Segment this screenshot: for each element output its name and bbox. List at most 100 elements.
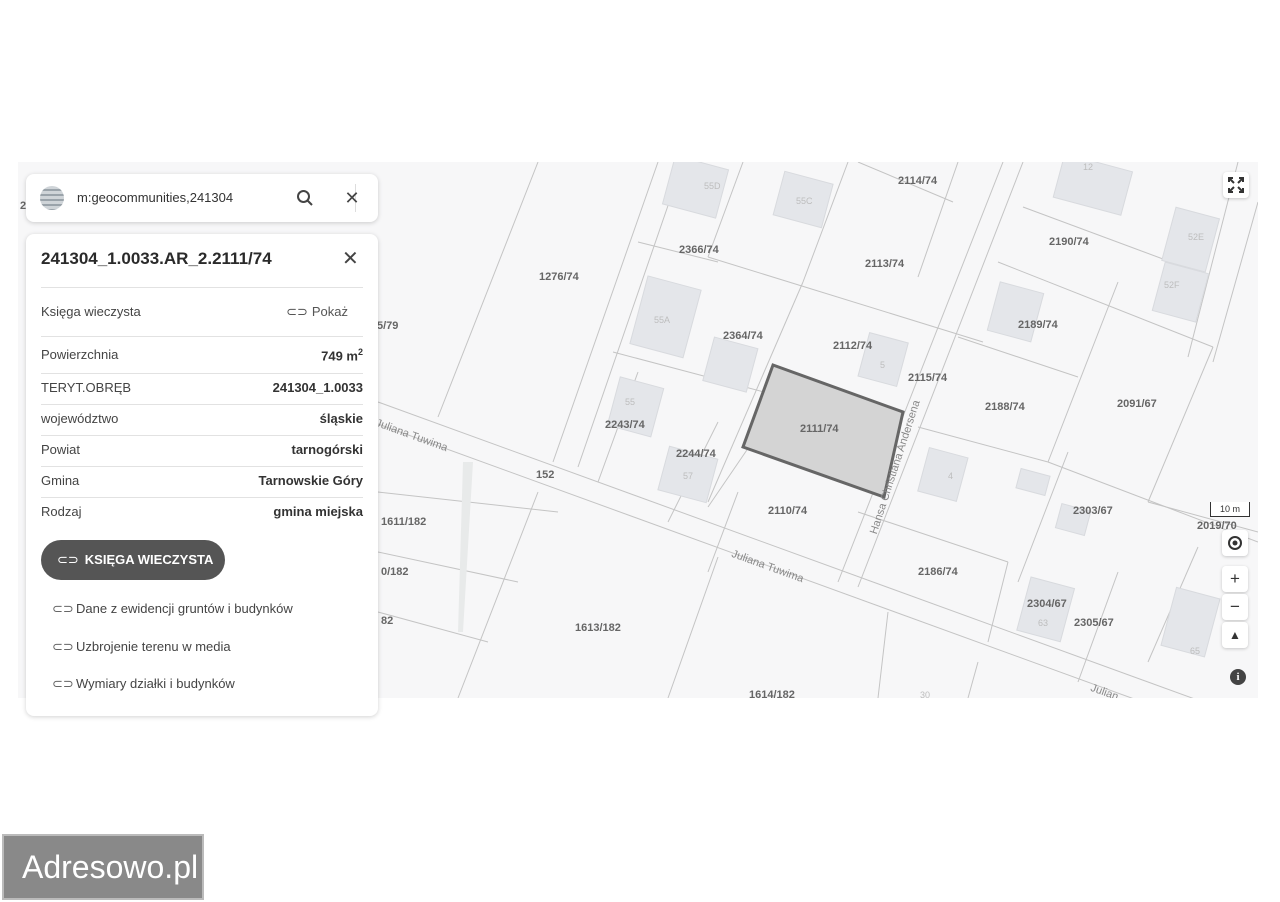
parcel-label: 2091/67 bbox=[1117, 398, 1157, 410]
divider bbox=[41, 287, 363, 288]
link-land-records[interactable]: ⊂⊃ Dane z ewidencji gruntów i budynków bbox=[52, 601, 293, 617]
building-number: 30 bbox=[920, 690, 931, 698]
search-icon[interactable] bbox=[293, 186, 317, 210]
fullscreen-button[interactable] bbox=[1223, 172, 1249, 198]
parcel-label-selected: 2111/74 bbox=[800, 423, 839, 435]
locate-button[interactable] bbox=[1222, 530, 1248, 556]
field-label: Gmina bbox=[41, 473, 80, 488]
field-row: Rodzaj gmina miejska bbox=[41, 504, 363, 519]
parcel-label: 2189/74 bbox=[1018, 319, 1058, 331]
panel-title: 241304_1.0033.AR_2.2111/74 bbox=[41, 249, 272, 268]
watermark: Adresowo.pl bbox=[2, 834, 204, 900]
parcel-label: 1614/182 bbox=[749, 689, 795, 698]
field-value: śląskie bbox=[319, 411, 363, 426]
link-icon: ⊂⊃ bbox=[52, 601, 74, 616]
building-number: 52E bbox=[1188, 232, 1205, 242]
fullscreen-icon bbox=[1228, 177, 1244, 193]
show-kw-link[interactable]: ⊂⊃ Pokaż bbox=[286, 304, 348, 320]
field-value: tarnogórski bbox=[291, 442, 363, 457]
link-label: Dane z ewidencji gruntów i budynków bbox=[76, 601, 293, 616]
divider bbox=[41, 373, 363, 374]
scale-bar: 10 m bbox=[1210, 502, 1250, 517]
parcel-label: 152 bbox=[536, 469, 555, 481]
building-number: 12 bbox=[1083, 162, 1094, 172]
parcel-label: 2243/74 bbox=[605, 419, 645, 431]
parcel-label: 2114/74 bbox=[898, 175, 938, 187]
parcel-label: 2186/74 bbox=[918, 566, 958, 578]
field-row: Powiat tarnogórski bbox=[41, 442, 363, 457]
parcel-label: 82 bbox=[381, 615, 394, 627]
parcel-label: 5/79 bbox=[377, 320, 399, 332]
close-icon[interactable]: ✕ bbox=[340, 186, 364, 210]
search-input[interactable]: m:geocommunities,241304 bbox=[77, 190, 233, 205]
parcel-label: 2188/74 bbox=[985, 401, 1025, 413]
parcel-info-panel: 241304_1.0033.AR_2.2111/74 ✕ Księga wiec… bbox=[26, 234, 378, 716]
building-number: 65 bbox=[1190, 646, 1201, 656]
geoportal-logo-icon bbox=[40, 186, 64, 210]
parcel-label: 2244/74 bbox=[676, 448, 716, 460]
zoom-in-button[interactable]: + bbox=[1222, 566, 1248, 592]
field-value: Tarnowskie Góry bbox=[258, 473, 363, 488]
parcel-label: 2366/74 bbox=[679, 244, 719, 256]
parcel-label: 2190/74 bbox=[1049, 236, 1089, 248]
show-label: Pokaż bbox=[311, 304, 348, 319]
building-number: 55 bbox=[625, 397, 636, 407]
link-label: Wymiary działki i budynków bbox=[76, 676, 235, 691]
link-dimensions[interactable]: ⊂⊃ Wymiary działki i budynków bbox=[52, 676, 235, 692]
building-number: 63 bbox=[1038, 618, 1049, 628]
kw-row: Księga wieczysta ⊂⊃ Pokaż bbox=[41, 304, 363, 319]
building-number: 55C bbox=[796, 196, 813, 206]
field-label: Powierzchnia bbox=[41, 347, 119, 362]
divider bbox=[41, 404, 363, 405]
watermark-text: Adresowo.pl bbox=[22, 849, 199, 885]
parcel-label: 1611/182 bbox=[381, 516, 427, 528]
building-number: 52F bbox=[1164, 280, 1180, 290]
land-register-button-label: KSIĘGA WIECZYSTA bbox=[84, 552, 214, 567]
minus-icon: − bbox=[1230, 597, 1240, 616]
building-number: 5 bbox=[880, 360, 886, 370]
kw-label: Księga wieczysta bbox=[41, 304, 141, 319]
parcel-label: 1276/74 bbox=[539, 271, 579, 283]
parcel-label: 2305/67 bbox=[1074, 617, 1114, 629]
search-bar: m:geocommunities,241304 ✕ bbox=[26, 174, 378, 222]
link-label: Uzbrojenie terenu w media bbox=[76, 639, 231, 654]
divider bbox=[41, 466, 363, 467]
field-row: TERYT.OBRĘB 241304_1.0033 bbox=[41, 380, 363, 395]
north-button[interactable]: ▲ bbox=[1222, 622, 1248, 648]
field-label: województwo bbox=[41, 411, 119, 426]
building-number: 55A bbox=[654, 315, 671, 325]
parcel-label: 2364/74 bbox=[723, 330, 763, 342]
link-utilities[interactable]: ⊂⊃ Uzbrojenie terenu w media bbox=[52, 639, 231, 655]
field-value: gmina miejska bbox=[273, 504, 363, 519]
zoom-out-button[interactable]: − bbox=[1222, 594, 1248, 620]
plus-icon: + bbox=[1230, 569, 1240, 588]
field-row: Gmina Tarnowskie Góry bbox=[41, 473, 363, 488]
parcel-label: 2113/74 bbox=[865, 258, 905, 270]
land-register-button[interactable]: ⊂⊃ KSIĘGA WIECZYSTA bbox=[41, 540, 225, 580]
field-row: województwo śląskie bbox=[41, 411, 363, 426]
field-label: Powiat bbox=[41, 442, 81, 457]
building-number: 55D bbox=[704, 181, 721, 191]
locate-icon bbox=[1228, 536, 1242, 550]
building-number: 57 bbox=[683, 471, 694, 481]
link-icon: ⊂⊃ bbox=[52, 676, 74, 691]
field-row: Powierzchnia 749 m2 bbox=[41, 347, 363, 364]
compass-icon: ▲ bbox=[1229, 628, 1241, 642]
parcel-label: 2115/74 bbox=[908, 372, 948, 384]
parcel-label: 2304/67 bbox=[1027, 598, 1067, 610]
parcel-label: 1613/182 bbox=[575, 622, 621, 634]
field-label: TERYT.OBRĘB bbox=[41, 380, 132, 395]
link-icon: ⊂⊃ bbox=[286, 304, 308, 319]
parcel-label: 0/182 bbox=[381, 566, 409, 578]
building-number: 4 bbox=[948, 471, 954, 481]
parcel-label: 2303/67 bbox=[1073, 505, 1113, 517]
field-value: 241304_1.0033 bbox=[272, 380, 363, 395]
info-icon[interactable]: i bbox=[1230, 669, 1246, 685]
field-value: 749 m2 bbox=[321, 347, 363, 364]
divider bbox=[41, 497, 363, 498]
parcel-label: 2112/74 bbox=[833, 340, 873, 352]
close-icon[interactable]: ✕ bbox=[342, 246, 359, 271]
link-icon: ⊂⊃ bbox=[57, 552, 79, 567]
link-icon: ⊂⊃ bbox=[52, 639, 74, 654]
field-label: Rodzaj bbox=[41, 504, 82, 519]
